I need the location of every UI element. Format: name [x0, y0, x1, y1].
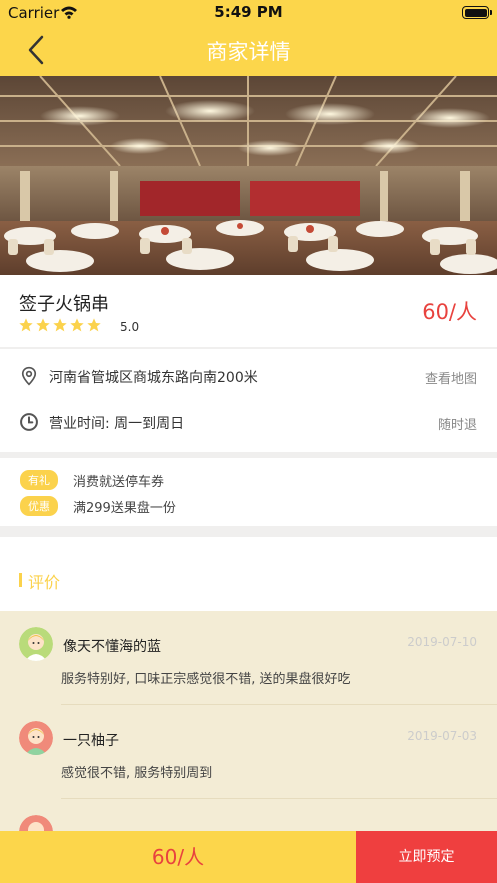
- review-item: 一只柚子 2019-07-03 感觉很不错, 服务特别周到: [0, 705, 497, 799]
- star-icon: [36, 318, 50, 332]
- reviewer-name: 一只柚子: [63, 733, 119, 749]
- page-title: 商家详情: [206, 40, 291, 64]
- business-hours-text: 营业时间: 周一到周日: [49, 416, 185, 432]
- review-date: 2019-07-03: [407, 729, 477, 743]
- shop-photo: [0, 76, 497, 275]
- promo-tag: 有礼: [20, 470, 58, 490]
- star-icon: [87, 318, 101, 332]
- rating-score: 5.0: [120, 320, 140, 334]
- promo-text: 消费就送停车券: [73, 474, 165, 490]
- reviewer-name: 像天不懂海的蓝: [63, 639, 161, 655]
- review-date: 2019-07-10: [407, 635, 477, 649]
- star-icon: [53, 318, 67, 332]
- shop-name: 签子火锅串: [19, 294, 109, 315]
- promotions-card: 有礼 消费就送停车券 优惠 满299送果盘一份: [0, 458, 497, 526]
- battery-icon: [462, 6, 492, 19]
- location-card: 河南省管城区商城东路向南200米 查看地图 营业时间: 周一到周日 随时退: [0, 349, 497, 452]
- view-map-link[interactable]: 查看地图: [425, 368, 477, 387]
- clock-icon: [19, 412, 39, 432]
- price-per-person: 60/人: [422, 300, 477, 324]
- avatar: [19, 627, 53, 661]
- review-comment: 服务特别好, 口味正宗感觉很不错, 送的果盘很好吃: [61, 672, 351, 687]
- promo-item: 有礼 消费就送停车券: [20, 470, 164, 490]
- promo-text: 满299送果盘一份: [73, 500, 176, 516]
- nav-bar: 商家详情: [0, 24, 497, 76]
- location-pin-icon: [19, 366, 39, 386]
- avatar: [19, 721, 53, 755]
- book-now-button[interactable]: 立即预定: [356, 831, 497, 883]
- review-item-partial: [0, 799, 497, 831]
- reviews-title: 评价: [28, 573, 61, 592]
- star-icon: [19, 318, 33, 332]
- shop-info-card: 签子火锅串 5.0 60/人: [0, 275, 497, 347]
- bottom-price: 60/人: [0, 831, 356, 883]
- clock-time: 5:49 PM: [214, 3, 283, 21]
- hours-row: 营业时间: 周一到周日 随时退: [0, 399, 497, 445]
- star-rating: [18, 317, 103, 335]
- promo-tag: 优惠: [20, 496, 58, 516]
- refund-policy-label: 随时退: [437, 418, 477, 433]
- reviews-list[interactable]: 像天不懂海的蓝 2019-07-10 服务特别好, 口味正宗感觉很不错, 送的果…: [0, 611, 497, 831]
- address-text: 河南省管城区商城东路向南200米: [49, 370, 258, 386]
- review-item: 像天不懂海的蓝 2019-07-10 服务特别好, 口味正宗感觉很不错, 送的果…: [0, 611, 497, 705]
- address-row[interactable]: 河南省管城区商城东路向南200米 查看地图: [0, 353, 497, 399]
- review-comment: 感觉很不错, 服务特别周到: [61, 766, 213, 781]
- avatar: [19, 815, 53, 831]
- section-marker: [19, 573, 22, 587]
- bottom-action-bar: 60/人 立即预定: [0, 831, 497, 883]
- star-icon: [70, 318, 84, 332]
- promo-item: 优惠 满299送果盘一份: [20, 496, 176, 516]
- status-bar: Carrier 5:49 PM: [0, 0, 497, 24]
- reviews-header: 评价: [0, 537, 497, 611]
